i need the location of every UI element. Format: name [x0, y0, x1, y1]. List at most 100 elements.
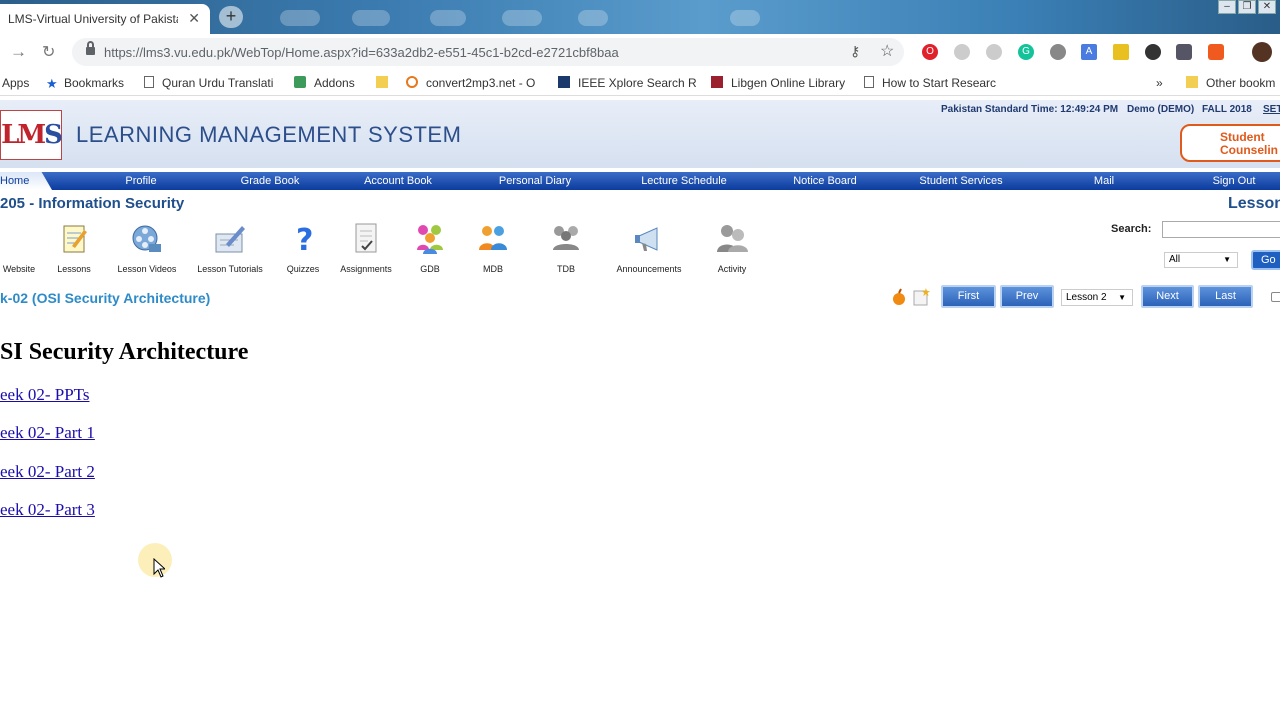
search-label: Search: [1111, 223, 1152, 235]
prev-button[interactable]: Prev [1000, 285, 1054, 308]
nav-mail[interactable]: Mail [1094, 175, 1114, 187]
nav-home[interactable]: Home [0, 175, 29, 187]
window-controls: – ❐ ✕ [1218, 0, 1276, 14]
translate-icon[interactable]: A [1081, 44, 1097, 60]
extension-icon[interactable] [1113, 44, 1129, 60]
dropdown-arrow-icon: ▼ [1223, 255, 1231, 264]
settings-link[interactable]: SET [1263, 104, 1280, 115]
bookmarks-overflow-icon[interactable]: » [1156, 76, 1163, 90]
nav-notice-board[interactable]: Notice Board [793, 175, 857, 187]
window-icon[interactable] [1271, 292, 1280, 302]
grammarly-icon[interactable]: G [1018, 44, 1034, 60]
week-title: k-02 (OSI Security Architecture) [0, 290, 211, 306]
new-tab-button[interactable]: + [219, 6, 243, 28]
bookmark-convert2mp3[interactable]: convert2mp3.net - O [406, 76, 535, 90]
bookmark-star-icon[interactable]: ☆ [880, 41, 894, 61]
nav-profile[interactable]: Profile [125, 175, 156, 187]
tool-activity[interactable]: Activity [692, 222, 772, 274]
tool-announcements[interactable]: Announcements [609, 222, 689, 274]
nav-personal-diary[interactable]: Personal Diary [499, 175, 571, 187]
browser-tab[interactable]: LMS-Virtual University of Pakista ✕ [0, 4, 210, 34]
bookmark-folder[interactable] [376, 76, 396, 90]
tool-lessons[interactable]: Lessons [34, 222, 114, 274]
convert-icon [406, 76, 418, 88]
nav-account-book[interactable]: Account Book [364, 175, 432, 187]
last-button[interactable]: Last [1198, 285, 1253, 308]
bookmark-addons[interactable]: Addons [294, 76, 355, 90]
tool-mdb[interactable]: MDB [453, 222, 533, 274]
link-week02-part2[interactable]: eek 02- Part 2 [0, 462, 95, 482]
link-week02-part3[interactable]: eek 02- Part 3 [0, 500, 95, 520]
pdf-ext-icon[interactable] [954, 44, 970, 60]
browser-toolbar: → ↻ https://lms3.vu.edu.pk/WebTop/Home.a… [0, 34, 1280, 70]
minimize-icon[interactable]: – [1218, 0, 1236, 14]
system-title: LEARNING MANAGEMENT SYSTEM [76, 122, 462, 147]
background-blur-shape [730, 10, 760, 26]
link-week02-part1[interactable]: eek 02- Part 1 [0, 423, 95, 443]
nav-lecture-schedule[interactable]: Lecture Schedule [641, 175, 727, 187]
nav-sign-out[interactable]: Sign Out [1213, 175, 1256, 187]
background-blur-shape [578, 10, 608, 26]
first-button[interactable]: First [941, 285, 996, 308]
lms-logo[interactable]: LMS [0, 110, 63, 160]
notepad-icon [63, 225, 87, 253]
background-blur-shape [430, 10, 466, 26]
extension-icon[interactable] [1145, 44, 1161, 60]
bookmark-quran[interactable]: Quran Urdu Translati [144, 76, 273, 90]
key-icon[interactable]: ⚷ [850, 43, 860, 60]
tab-title: LMS-Virtual University of Pakista [8, 12, 178, 26]
bookmark-research[interactable]: How to Start Researc [864, 76, 996, 90]
maximize-icon[interactable]: ❐ [1238, 0, 1256, 14]
moderated-discussion-icon [479, 226, 507, 250]
close-window-icon[interactable]: ✕ [1258, 0, 1276, 14]
libgen-icon [711, 76, 723, 88]
search-go-button[interactable]: Go [1251, 250, 1280, 270]
tool-lesson-videos[interactable]: Lesson Videos [107, 222, 187, 274]
svg-text:?: ? [296, 223, 313, 256]
bookmark-libgen[interactable]: Libgen Online Library [711, 76, 845, 90]
background-blur-shape [280, 10, 320, 26]
document-check-icon [355, 223, 377, 253]
content-title: SI Security Architecture [0, 339, 249, 365]
search-filter-select[interactable]: All ▼ [1164, 252, 1238, 268]
profile-avatar[interactable] [1252, 42, 1272, 62]
folder-icon [376, 76, 388, 88]
note-star-icon[interactable]: ★ [912, 286, 930, 306]
puzzle-icon [294, 76, 306, 88]
next-button[interactable]: Next [1141, 285, 1194, 308]
tool-tdb[interactable]: TDB [526, 222, 606, 274]
student-counseling-button[interactable]: Student Counselin [1180, 124, 1280, 162]
tool-lesson-tutorials[interactable]: Lesson Tutorials [190, 222, 270, 274]
folder-icon [1186, 76, 1198, 88]
browser-tab-strip: LMS-Virtual University of Pakista ✕ + – … [0, 0, 1280, 34]
bookmarks-bar: Apps ★ Bookmarks Quran Urdu Translati Add… [0, 70, 1280, 96]
bookmark-ieee[interactable]: IEEE Xplore Search R [558, 76, 697, 90]
nav-student-services[interactable]: Student Services [919, 175, 1002, 187]
forward-arrow-icon[interactable]: → [10, 42, 27, 62]
shield-icon[interactable] [1176, 44, 1192, 60]
link-week02-ppts[interactable]: eek 02- PPTs [0, 385, 89, 405]
user-name: Demo (DEMO) [1127, 104, 1195, 115]
question-mark-icon: ? [296, 223, 313, 256]
bookmark-apps[interactable]: Apps [2, 76, 29, 90]
address-bar[interactable]: https://lms3.vu.edu.pk/WebTop/Home.aspx?… [72, 38, 904, 66]
team-discussion-icon [553, 226, 579, 250]
reload-icon[interactable]: ↻ [42, 42, 55, 62]
bookmark-other[interactable]: Other bookm [1186, 76, 1275, 90]
page-icon [144, 76, 154, 88]
lesson-select[interactable]: Lesson 2 ▼ [1061, 289, 1133, 306]
tab-close-icon[interactable]: ✕ [188, 10, 200, 27]
opera-icon[interactable]: O [922, 44, 938, 60]
lock-icon [86, 41, 95, 56]
extension-icon[interactable] [1208, 44, 1224, 60]
camera-ext-icon[interactable] [986, 44, 1002, 60]
nav-grade-book[interactable]: Grade Book [241, 175, 300, 187]
mouse-pointer-icon [153, 558, 165, 578]
semester: FALL 2018 [1202, 104, 1252, 115]
search-input[interactable] [1162, 221, 1280, 238]
bomb-icon[interactable] [890, 286, 908, 306]
url-text: https://lms3.vu.edu.pk/WebTop/Home.aspx?… [104, 45, 619, 60]
activity-people-icon [717, 225, 748, 252]
screenshot-icon[interactable] [1050, 44, 1066, 60]
bookmark-bookmarks[interactable]: ★ Bookmarks [46, 76, 124, 91]
